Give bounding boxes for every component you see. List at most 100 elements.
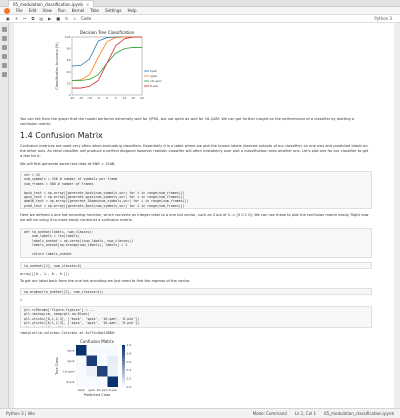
cut-icon[interactable]: ✂ (23, 16, 26, 21)
y-axis-label: True Class (55, 357, 59, 376)
y-tick-label: 0 (69, 93, 71, 97)
menu-edit[interactable]: Edit (29, 8, 37, 13)
add-cell-icon[interactable]: + (15, 16, 18, 21)
colorbar-segment (122, 372, 125, 375)
left-sidebar (0, 23, 9, 408)
output-argmax: 1 (20, 298, 22, 302)
chart-title: Decision Tree Classification (80, 30, 135, 35)
code-line: to_onehot([1], num_classes=4) (24, 264, 82, 268)
chart-title: Confusion Matrix (80, 339, 114, 344)
copy-icon[interactable]: ⧉ (32, 16, 35, 21)
colorbar-tick: 0.2 (127, 377, 132, 381)
matrix-cell (97, 376, 108, 387)
colorbar-segment (122, 380, 125, 383)
colorbar-segment (122, 361, 125, 364)
mode-indicator: Mode: Command (252, 411, 287, 416)
status-bar: Python 3 | Idle Mode: Command Ln 1, Col … (0, 408, 400, 418)
menu-bar: File Edit View Run Kernel Tabs Settings … (0, 7, 400, 15)
kernel-name[interactable]: Python 3 (374, 16, 392, 21)
x-tick-label: -10 (87, 96, 92, 100)
menu-file[interactable]: File (16, 8, 23, 13)
cell-type-select[interactable]: Code (81, 16, 91, 21)
menu-settings[interactable]: Settings (105, 8, 121, 13)
code-cell-plot-confusion[interactable]: plt.rcParams['figure.figsize'] = ... plt.… (20, 306, 372, 328)
extension-icon[interactable] (2, 72, 7, 77)
legend-label: bpsk (150, 69, 157, 73)
matrix-cell (107, 366, 118, 377)
tabs-icon[interactable] (2, 63, 7, 68)
notebook-tab[interactable]: 05_modulation_classification.ipynb × (8, 0, 95, 7)
run-icon[interactable]: ▶ (48, 16, 51, 21)
menu-help[interactable]: Help (127, 8, 136, 13)
paragraph-2: Confusion matrices are used very often w… (20, 144, 369, 158)
y-tick-label: 8-psk (66, 380, 74, 384)
running-icon[interactable] (2, 36, 7, 41)
y-tick-label: 40 (67, 70, 71, 74)
property-inspector-icon[interactable] (2, 54, 7, 59)
matrix-cell (86, 355, 97, 366)
code-cell-argmax[interactable]: np.argmax(to_onehot([1], num_classes=4)) (20, 288, 372, 295)
x-axis-label: Predicted Class (84, 393, 111, 397)
paste-icon[interactable]: ▤ (39, 16, 43, 21)
x-tick-label: 5 (115, 96, 117, 100)
y-tick-label: 80 (67, 47, 71, 51)
menu-run[interactable]: Run (58, 8, 66, 13)
x-tick-label: 10 (123, 96, 127, 100)
series-line-qpsk (71, 36, 142, 81)
commands-icon[interactable] (2, 45, 7, 50)
y-tick-label: 60 (67, 58, 71, 62)
colorbar-segment (122, 351, 125, 354)
save-icon[interactable]: ▣ (6, 16, 10, 21)
colorbar-segment (122, 374, 125, 377)
code-cell-onehot-test[interactable]: to_onehot([1], num_classes=4) (20, 262, 372, 269)
colorbar-segment (122, 370, 125, 373)
restart-icon[interactable]: ↻ (65, 16, 68, 21)
close-icon[interactable]: × (86, 2, 89, 7)
folder-icon[interactable] (2, 27, 7, 32)
matrix-cell (76, 345, 87, 356)
menu-kernel[interactable]: Kernel (72, 8, 85, 13)
colorbar-tick: 0.0 (127, 385, 132, 389)
fast-forward-icon[interactable]: » (73, 16, 75, 21)
matrix-cell (107, 345, 118, 356)
menu-tabs[interactable]: Tabs (90, 8, 99, 13)
accuracy-chart: Decision Tree Classification-20 -15 -10 -5 0… (55, 30, 162, 100)
code-cell-generate-test[interactable]: snr = 15 num_symbols = 256 # number of sy… (20, 171, 372, 209)
y-tick-label: bpsk (67, 348, 74, 352)
x-tick-label: -5 (97, 96, 100, 100)
code-cell-onehot[interactable]: def to_onehot(labels, num_classes): num_… (20, 228, 372, 258)
colorbar-segment (122, 349, 125, 352)
colorbar-segment (122, 376, 125, 379)
paragraph-3: We will first generate some test data at… (20, 162, 116, 166)
colorbar-segment (122, 366, 125, 369)
code-line: plt.ylabel('True Class') (24, 325, 72, 328)
colorbar-segment (122, 353, 125, 356)
colorbar-segment (122, 345, 125, 348)
plot-frame (71, 36, 143, 96)
notebook-page[interactable]: Decision Tree Classification -20 -15 -10 -5 0… (14, 23, 394, 408)
code-line: psk8_test = np.array([generate_8psk(num_… (24, 203, 185, 208)
file-name: 05_modulation_classification.ipynb (324, 411, 394, 416)
colorbar-segment (122, 357, 125, 360)
matrix-cell (107, 376, 118, 387)
tab-title: 05_modulation_classification.ipynb (13, 1, 83, 7)
y-tick-label: 20 (67, 81, 71, 85)
kernel-status[interactable]: Python 3 | Idle (6, 411, 35, 416)
y-tick-label: qpsk (67, 359, 74, 363)
x-tick-label: 16-qam (96, 388, 108, 392)
tab-strip: 05_modulation_classification.ipynb × (0, 0, 400, 7)
legend-label: 16-qam (150, 79, 162, 83)
matrix-cell (76, 376, 87, 387)
matrix-cell (107, 355, 118, 366)
colorbar-segment (122, 368, 125, 371)
matrix-cell (86, 376, 97, 387)
colorbar-tick: 0.4 (127, 368, 132, 372)
legend-label: qpsk (150, 74, 157, 78)
colorbar-segment (122, 363, 125, 367)
y-axis-label: Classification Accuracy (%) (55, 42, 59, 90)
x-tick-label: -15 (78, 96, 83, 100)
menu-view[interactable]: View (42, 8, 52, 13)
stop-icon[interactable]: ■ (56, 16, 60, 21)
legend-label: 8-psk (150, 84, 158, 88)
colorbar-tick: 0.8 (127, 351, 132, 355)
